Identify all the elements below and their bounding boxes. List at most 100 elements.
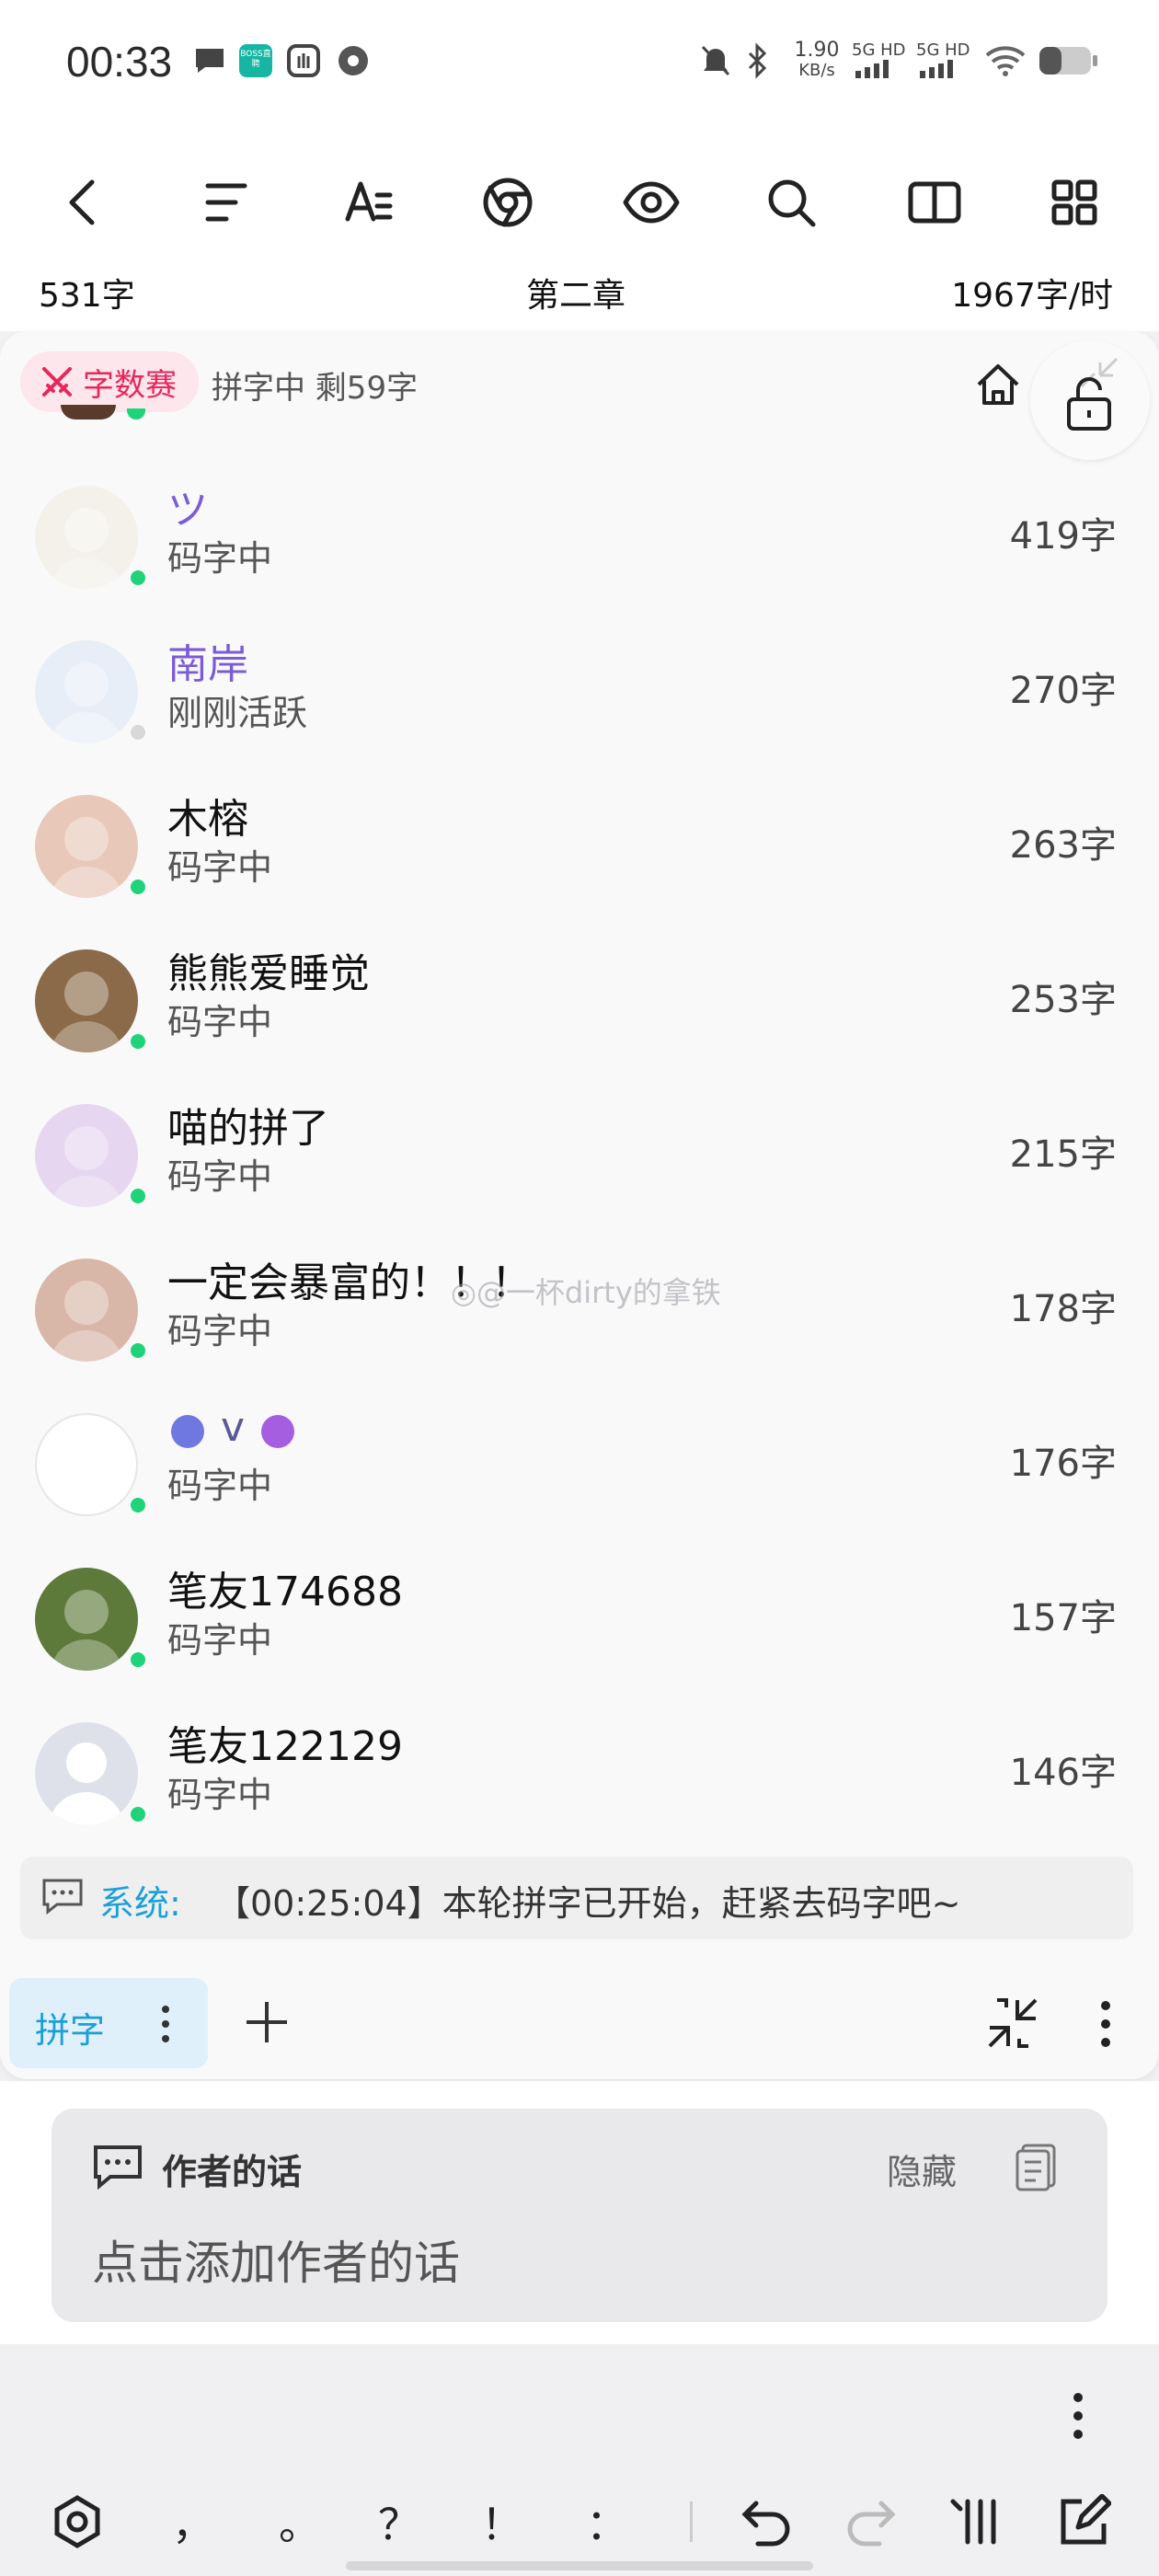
- participant-status: 码字中: [167, 847, 273, 888]
- avatar[interactable]: [35, 1722, 138, 1825]
- participant-row[interactable]: 喵的拼了 码字中 215字: [0, 1078, 1159, 1233]
- participant-row[interactable]: 熊熊爱睡觉 码字中 253字: [0, 924, 1159, 1078]
- system-text: 【00:25:04】本轮拼字已开始，赶紧去码字吧~: [215, 1883, 961, 1924]
- tab-pinzi-label: 拼字: [35, 2010, 106, 2051]
- keyboard-more-icon[interactable]: [1069, 2388, 1096, 2444]
- participant-word-count: 176字: [1009, 1443, 1117, 1485]
- online-status-dot: [127, 1340, 149, 1362]
- name-decor-blue-dot: [171, 1415, 204, 1448]
- chat-icon: [42, 1879, 83, 1915]
- online-status-dot: [127, 1649, 149, 1671]
- participant-status: 码字中: [167, 538, 273, 579]
- avatar[interactable]: [35, 1259, 138, 1362]
- avatar[interactable]: [35, 1568, 138, 1671]
- online-status-dot: [127, 1030, 149, 1052]
- online-status-dot: [127, 1494, 149, 1516]
- author-comment-icon: [94, 2145, 142, 2191]
- home-indicator: [346, 2561, 813, 2570]
- minimize-icon[interactable]: [981, 1991, 1045, 2055]
- search-icon[interactable]: [754, 166, 828, 239]
- participant-status: 码字中: [167, 1156, 273, 1197]
- back-icon[interactable]: [48, 166, 121, 239]
- author-note-placeholder[interactable]: 点击添加作者的话: [92, 2226, 460, 2293]
- avatar[interactable]: [35, 949, 138, 1052]
- participant-name: 熊熊爱睡觉: [167, 950, 370, 997]
- participant-name: v: [221, 1404, 246, 1451]
- mute-icon: [697, 40, 734, 81]
- avatar[interactable]: [35, 1104, 138, 1207]
- tab-pinzi[interactable]: 拼字: [9, 1978, 208, 2068]
- participant-word-count: 215字: [1009, 1133, 1117, 1176]
- participant-row[interactable]: 笔友174688 码字中 157字: [0, 1542, 1159, 1696]
- participant-word-count: 419字: [1009, 515, 1117, 558]
- indent-icon[interactable]: [938, 2490, 1008, 2554]
- word-race-panel: 字数赛 拼字中 剩59字 ツ码字中 419字 南岸 刚刚活跃 270字 木榕 码字中 263字…: [0, 331, 1159, 2079]
- message-icon: [191, 40, 228, 81]
- online-status-dot: [127, 876, 149, 898]
- panel-more-icon[interactable]: [1096, 1996, 1124, 2052]
- participant-status: 刚刚活跃: [167, 693, 308, 733]
- browser-icon[interactable]: [471, 166, 545, 239]
- avatar[interactable]: [35, 640, 138, 743]
- record-icon: [335, 40, 372, 81]
- word-count: 531字: [39, 277, 135, 315]
- online-status-dot: [127, 1185, 149, 1207]
- template-icon[interactable]: [1014, 2142, 1060, 2193]
- participant-name: 喵的拼了: [167, 1105, 329, 1152]
- participant-status: 码字中: [167, 1466, 273, 1506]
- participant-word-count: 270字: [1009, 670, 1117, 712]
- key-exclaim[interactable]: ！: [475, 2490, 530, 2554]
- key-colon[interactable]: ：: [580, 2490, 635, 2554]
- chapter-title[interactable]: 第二章: [526, 269, 625, 316]
- key-comma[interactable]: ，: [166, 2490, 221, 2554]
- participant-row[interactable]: v 码字中 176字: [0, 1387, 1159, 1542]
- participant-status: 码字中: [167, 1002, 273, 1042]
- text-format-icon[interactable]: [331, 166, 405, 239]
- writing-stats: 531字 第二章 1967字/时: [0, 258, 1159, 331]
- participant-row[interactable]: 南岸刚刚活跃 270字: [0, 615, 1159, 769]
- clock: 00:33: [66, 38, 173, 86]
- author-note[interactable]: 作者的话 隐藏 点击添加作者的话: [52, 2109, 1107, 2322]
- system-message: 系统: 【00:25:04】本轮拼字已开始，赶紧去码字吧~: [20, 1857, 1133, 1939]
- signal-2: 5G HD: [916, 40, 971, 83]
- undo-icon[interactable]: [732, 2490, 802, 2554]
- add-tab-icon[interactable]: [241, 1996, 293, 2048]
- author-note-title: 作者的话: [162, 2152, 303, 2192]
- participant-name: 笔友174688: [167, 1569, 403, 1616]
- key-period[interactable]: 。: [272, 2490, 327, 2554]
- lock-icon: [1067, 377, 1111, 431]
- participant-row[interactable]: ツ码字中 419字: [0, 460, 1159, 615]
- redo-icon[interactable]: [835, 2490, 905, 2554]
- outline-icon[interactable]: [189, 166, 263, 239]
- edit-icon[interactable]: [1049, 2490, 1119, 2554]
- participant-status: 码字中: [167, 1775, 273, 1815]
- race-badge[interactable]: 字数赛: [20, 351, 199, 412]
- battery-icon: [1036, 40, 1100, 81]
- swords-icon: [42, 367, 72, 397]
- avatar[interactable]: [35, 486, 138, 589]
- participant-word-count: 178字: [1009, 1288, 1117, 1330]
- settings-hex-icon[interactable]: [44, 2490, 110, 2554]
- home-icon[interactable]: [966, 353, 1030, 418]
- participant-row[interactable]: 木榕 码字中 263字: [0, 769, 1159, 924]
- participant-name: 南岸: [167, 641, 248, 688]
- bluetooth-icon: [740, 40, 776, 81]
- hide-author-note-button[interactable]: 隐藏: [887, 2144, 957, 2194]
- boss-app-icon: BOSS直聘: [237, 40, 274, 81]
- more-vert-icon[interactable]: [160, 2004, 171, 2044]
- avatar[interactable]: [35, 795, 138, 898]
- online-status-dot: [127, 1803, 149, 1825]
- participant-name: ツ: [167, 487, 208, 534]
- book-icon[interactable]: [898, 166, 971, 239]
- panel-tab-bar: 拼字: [0, 1969, 1159, 2079]
- participant-word-count: 263字: [1009, 824, 1117, 867]
- participant-name: 木榕: [167, 796, 248, 843]
- participant-row[interactable]: 笔友122129 码字中 146字: [0, 1696, 1159, 1851]
- avatar[interactable]: [35, 1413, 138, 1516]
- lock-button[interactable]: [1030, 340, 1150, 460]
- watermark: ◎@一杯dirty的拿铁: [451, 1275, 721, 1310]
- preview-eye-icon[interactable]: [614, 166, 688, 239]
- key-question[interactable]: ？: [372, 2490, 427, 2554]
- partial-online-dot: [127, 408, 145, 420]
- grid-icon[interactable]: [1038, 166, 1111, 239]
